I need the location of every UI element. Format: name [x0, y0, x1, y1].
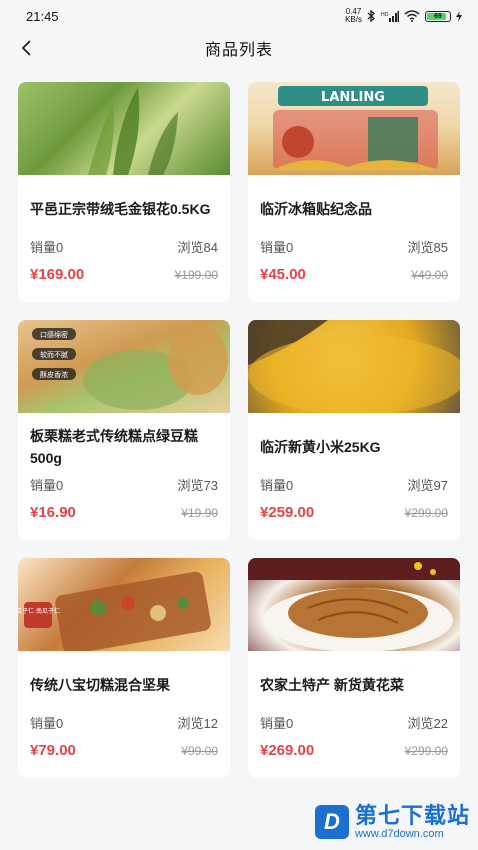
chevron-left-icon — [21, 40, 31, 56]
site-watermark: D 第七下载站 www.d7down.com — [314, 803, 470, 840]
lanling-label: LANLING — [321, 90, 385, 105]
bluetooth-icon — [367, 10, 375, 22]
product-card[interactable]: 口感绵密 软而不腻 酥皮香浓 板栗糕老式传统糕点绿豆糕500g 销量0 浏览73 … — [18, 320, 230, 540]
product-name: 传统八宝切糕混合坚果 — [30, 677, 170, 693]
view-count: 浏览84 — [177, 240, 218, 255]
sales-count: 销量0 — [30, 478, 64, 493]
svg-text:HD: HD — [381, 12, 389, 18]
original-price: ¥299.00 — [404, 744, 448, 758]
pastry-image: 口感绵密 软而不腻 酥皮香浓 — [18, 320, 230, 413]
nut-tag: 瓜子仁 南瓜子仁 — [18, 607, 60, 615]
sales-count: 销量0 — [260, 478, 294, 493]
fridge-magnet-image: LANLING — [248, 82, 460, 175]
product-name: 农家土特产 新货黄花菜 — [260, 677, 404, 693]
network-speed: 0.47 KB/s — [345, 8, 362, 24]
original-price: ¥49.00 — [411, 268, 448, 282]
product-name: 平邑正宗带绒毛金银花0.5KG — [30, 201, 211, 217]
product-card[interactable]: 农家土特产 新货黄花菜 销量0 浏览22 ¥269.00 ¥299.00 — [248, 558, 460, 778]
product-name: 板栗糕老式传统糕点绿豆糕500g — [30, 428, 198, 466]
daylily-dish-image — [248, 558, 460, 651]
view-count: 浏览97 — [407, 478, 448, 493]
pastry-tag: 酥皮香浓 — [40, 370, 68, 379]
view-count: 浏览12 — [177, 716, 218, 731]
wifi-icon — [404, 10, 420, 22]
price: ¥269.00 — [260, 742, 315, 759]
battery-level: 69 — [434, 12, 442, 20]
status-bar: 21:45 0.47 KB/s HD 69 — [0, 0, 478, 32]
original-price: ¥299.00 — [404, 506, 448, 520]
product-name: 临沂冰箱贴纪念品 — [260, 201, 372, 217]
watermark-url: www.d7down.com — [354, 828, 444, 840]
price: ¥45.00 — [260, 266, 306, 283]
back-button[interactable] — [14, 36, 38, 60]
product-grid: 平邑正宗带绒毛金银花0.5KG 销量0 浏览84 ¥169.00 ¥199.00 L… — [18, 82, 460, 778]
sales-count: 销量0 — [30, 240, 64, 255]
sales-count: 销量0 — [260, 240, 294, 255]
price: ¥169.00 — [30, 266, 85, 283]
original-price: ¥19.90 — [181, 506, 218, 520]
watermark-logo-icon: D — [314, 805, 349, 839]
product-card[interactable]: 临沂新黄小米25KG 销量0 浏览97 ¥259.00 ¥299.00 — [248, 320, 460, 540]
nut-cake-image: 瓜子仁 南瓜子仁 — [18, 558, 230, 651]
price: ¥16.90 — [30, 504, 76, 521]
millet-image — [248, 320, 460, 413]
page-title: 商品列表 — [204, 42, 273, 59]
price: ¥79.00 — [30, 742, 76, 759]
product-card[interactable]: LANLING 临沂冰箱贴纪念品 销量0 浏览85 ¥45.00 ¥49.00 — [248, 82, 460, 302]
status-time: 21:45 — [26, 8, 59, 24]
nav-bar: 商品列表 — [0, 32, 478, 64]
sales-count: 销量0 — [30, 716, 64, 731]
speed-unit: KB/s — [345, 15, 362, 24]
sales-count: 销量0 — [260, 716, 294, 731]
status-icons: 0.47 KB/s HD 69 — [345, 8, 462, 24]
product-name: 临沂新黄小米25KG — [260, 439, 381, 455]
product-card[interactable]: 瓜子仁 南瓜子仁 传统八宝切糕混合坚果 销量0 浏览12 ¥79.00 ¥99.00 — [18, 558, 230, 778]
tea-leaves-image — [18, 82, 230, 175]
view-count: 浏览22 — [407, 716, 448, 731]
battery-icon: 69 — [425, 10, 451, 22]
pastry-tag: 软而不腻 — [40, 350, 68, 359]
original-price: ¥199.00 — [174, 268, 218, 282]
view-count: 浏览85 — [407, 240, 448, 255]
watermark-title: 第七下载站 — [354, 803, 470, 828]
original-price: ¥99.00 — [181, 744, 218, 758]
signal-icon: HD — [381, 10, 399, 22]
charging-icon — [456, 10, 462, 22]
view-count: 浏览73 — [177, 478, 218, 493]
price: ¥259.00 — [260, 504, 315, 521]
pastry-tag: 口感绵密 — [40, 330, 68, 339]
product-card[interactable]: 平邑正宗带绒毛金银花0.5KG 销量0 浏览84 ¥169.00 ¥199.00 — [18, 82, 230, 302]
